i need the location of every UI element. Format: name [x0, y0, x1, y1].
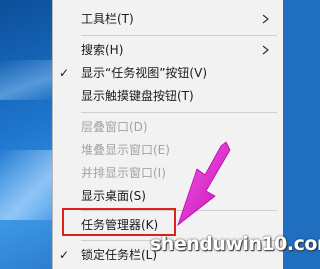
highlight-box: [62, 208, 176, 236]
menu-item-label: 显示“任务视图”按钮(V): [81, 66, 208, 80]
menu-separator: [81, 35, 277, 36]
menu-item-label: 显示桌面(S): [81, 189, 146, 203]
menu-item-side-by-side: 并排显示窗口(I): [53, 163, 283, 183]
menu-item-label: 搜索(H): [81, 43, 124, 57]
menu-separator: [81, 112, 277, 113]
menu-item-label: 锁定任务栏(L): [81, 248, 158, 262]
menu-item-label: 堆叠显示窗口(E): [81, 143, 170, 157]
menu-item-label: 并排显示窗口(I): [81, 166, 166, 180]
menu-item-search[interactable]: 搜索(H): [53, 40, 283, 60]
check-icon: ✓: [59, 66, 70, 80]
desktop-light-streak: [0, 60, 55, 100]
menu-item-cascade-windows: 层叠窗口(D): [53, 117, 283, 137]
menu-item-show-desktop[interactable]: 显示桌面(S): [53, 186, 283, 206]
check-icon: ✓: [59, 248, 70, 262]
menu-item-label: 层叠窗口(D): [81, 120, 148, 134]
menu-item-toolbars[interactable]: 工具栏(T): [53, 9, 283, 29]
menu-item-stack-windows: 堆叠显示窗口(E): [53, 140, 283, 160]
menu-item-label: 显示触摸键盘按钮(T): [81, 89, 194, 103]
menu-item-touch-keyboard[interactable]: 显示触摸键盘按钮(T): [53, 86, 283, 106]
watermark-text: shenduwin10.com: [150, 233, 320, 255]
chevron-right-icon: [262, 45, 269, 55]
menu-item-label: 工具栏(T): [81, 12, 134, 26]
chevron-right-icon: [262, 14, 269, 24]
menu-item-show-task-view[interactable]: ✓ 显示“任务视图”按钮(V): [53, 63, 283, 83]
